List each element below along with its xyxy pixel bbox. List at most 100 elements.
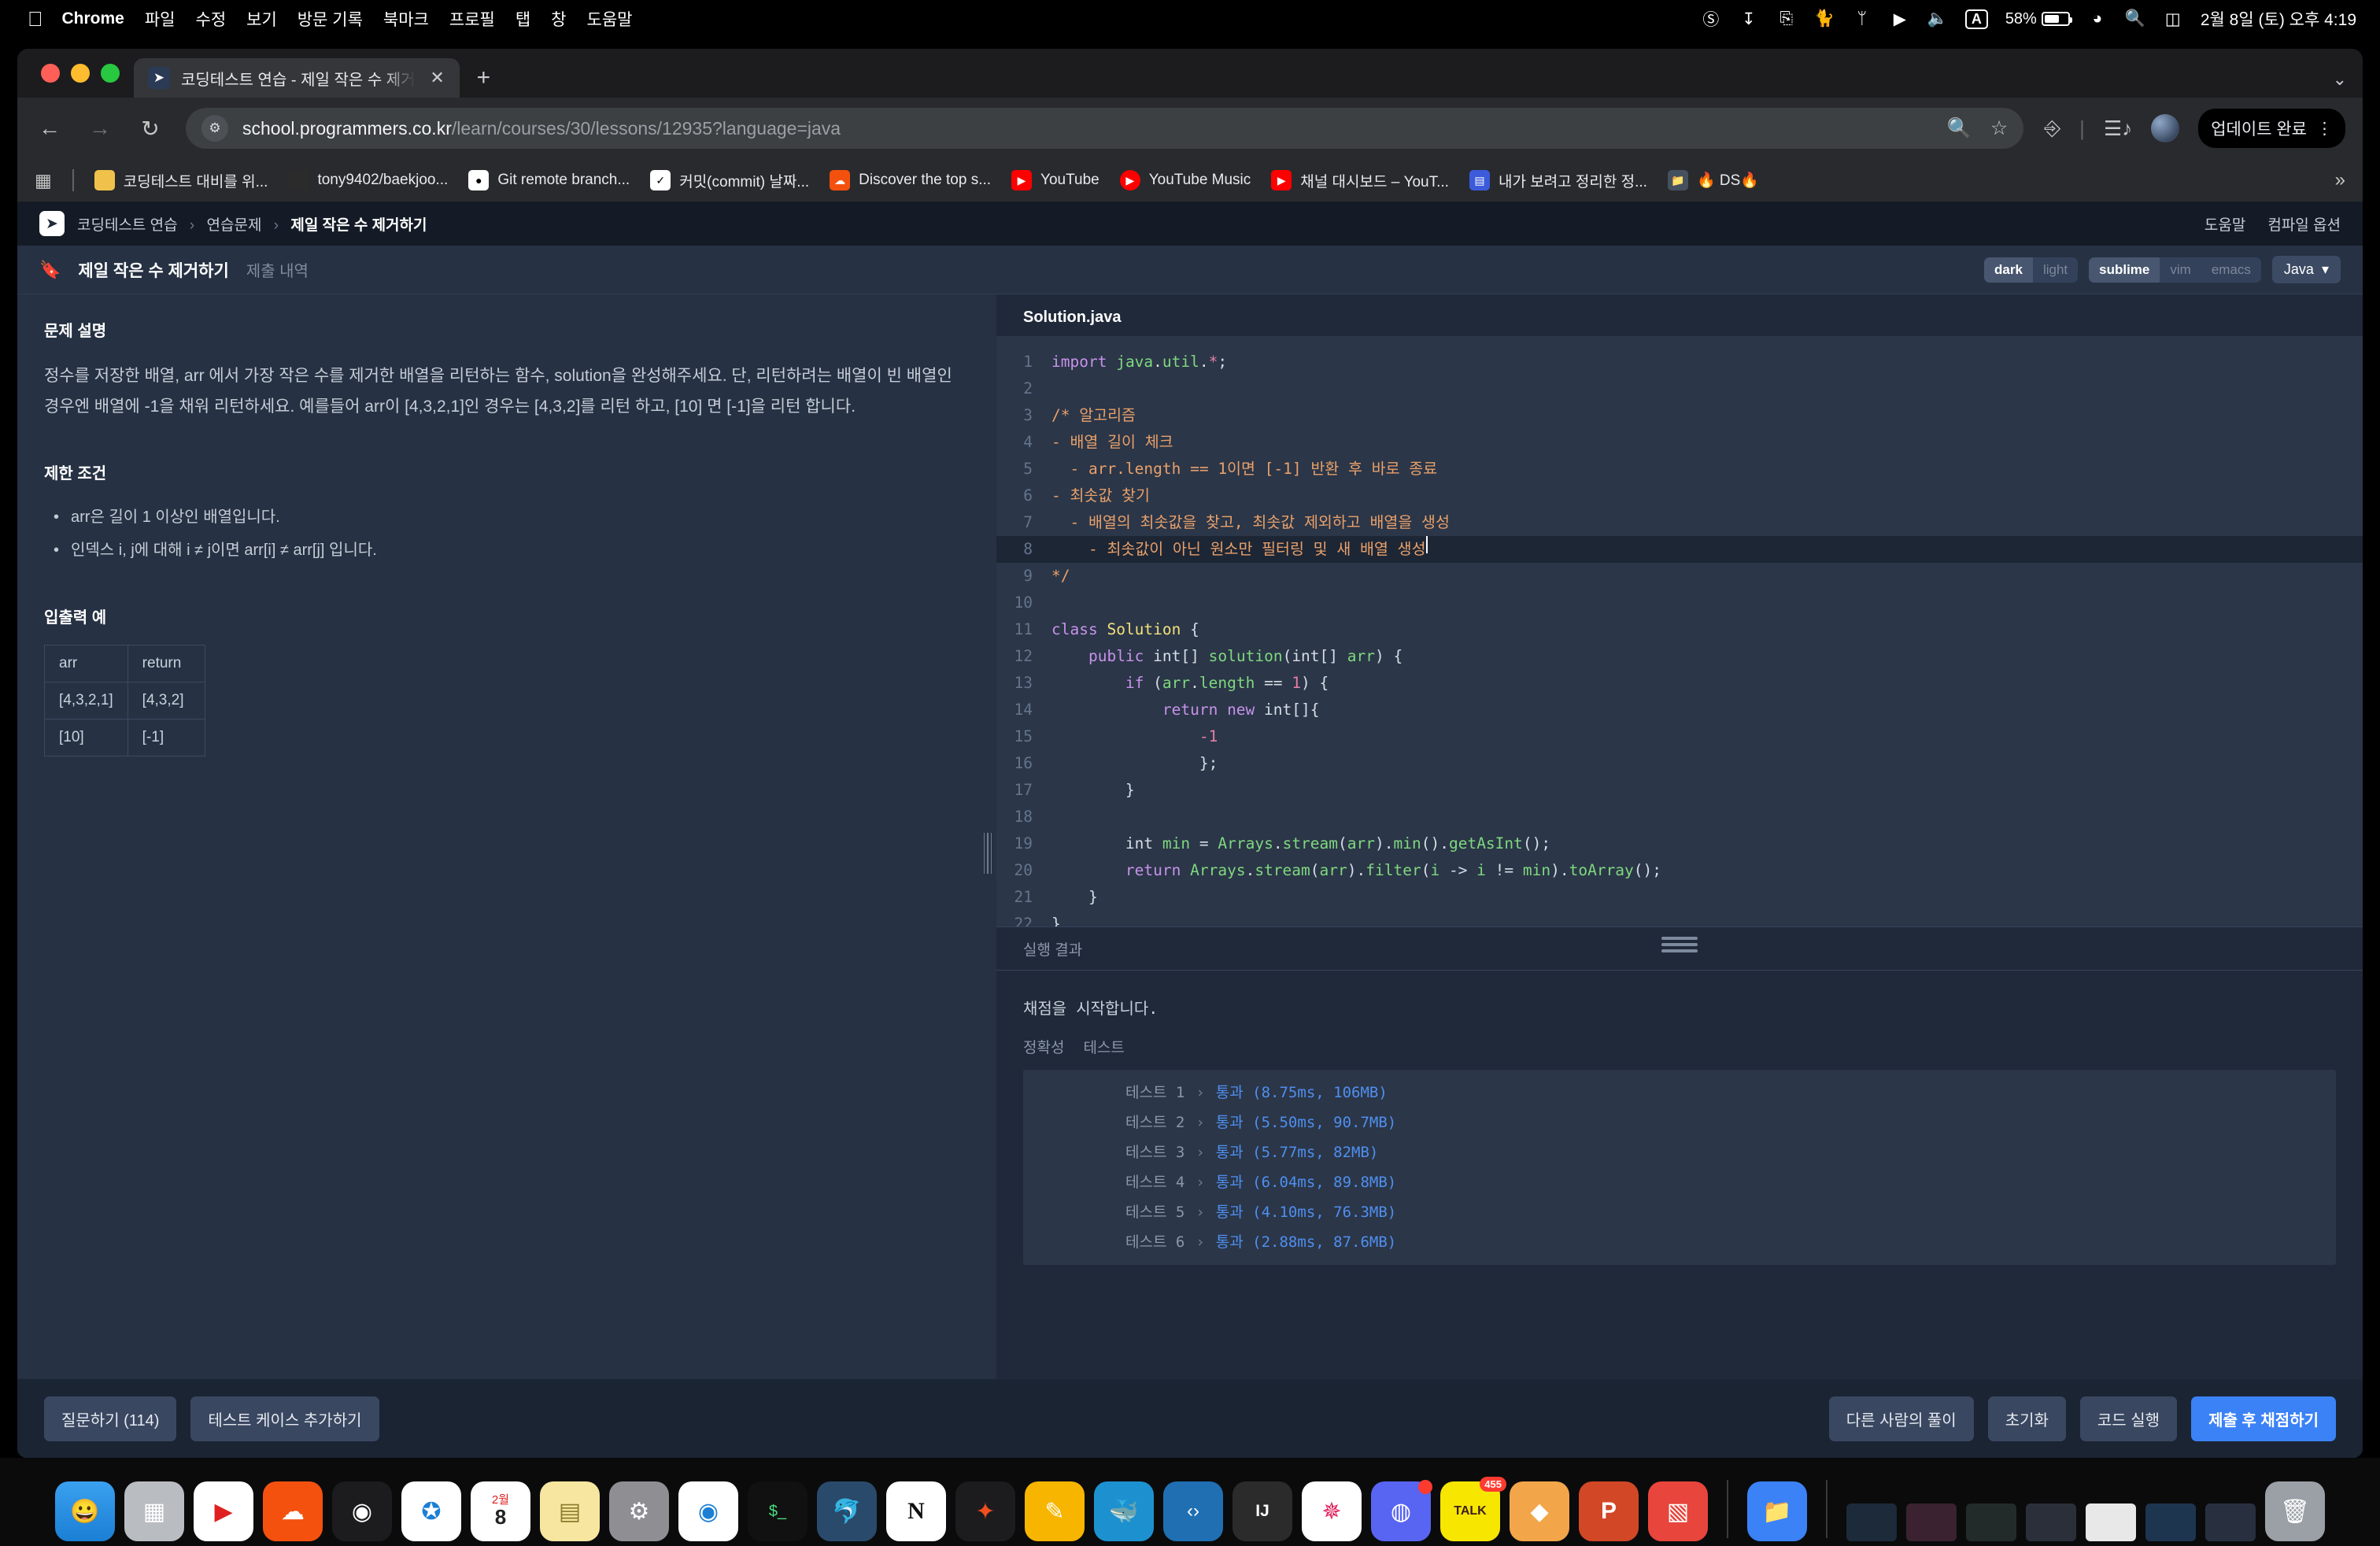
- close-tab-icon[interactable]: ✕: [427, 68, 449, 88]
- dock-item-logic[interactable]: ◉: [332, 1481, 392, 1541]
- panel-drag-handle-icon[interactable]: [1661, 937, 1698, 952]
- zoom-out-icon[interactable]: 🔍: [1947, 117, 1972, 140]
- code-line[interactable]: 4 - 배열 길이 체크: [996, 429, 2363, 456]
- bookmark-item[interactable]: ▶ YouTube: [1011, 170, 1099, 190]
- dock-item-powerpoint[interactable]: P: [1579, 1481, 1639, 1541]
- control-center-icon[interactable]: ◫: [2163, 9, 2183, 29]
- code-line-active[interactable]: 8 - 최솟값이 아닌 원소만 필터링 및 새 배열 생성: [996, 536, 2363, 563]
- bookmark-item[interactable]: ▶ 채널 대시보드 – YouT...: [1271, 170, 1449, 191]
- list-item[interactable]: 테스트 4 › 통과 (6.04ms, 89.8MB): [1023, 1167, 2336, 1197]
- forward-button[interactable]: →: [85, 116, 115, 141]
- code-line[interactable]: 20 return Arrays.stream(arr).filter(i ->…: [996, 857, 2363, 884]
- back-button[interactable]: ←: [35, 116, 65, 141]
- dock-item-sketch[interactable]: ✎: [1025, 1481, 1085, 1541]
- other-solutions-button[interactable]: 다른 사람의 풀이: [1828, 1396, 1974, 1441]
- bookmark-apps-grid-icon[interactable]: ▦: [35, 170, 52, 191]
- bookmark-item[interactable]: ✓ 커밋(commit) 날짜...: [650, 170, 809, 191]
- dock-item-soundcloud[interactable]: ☁: [263, 1481, 323, 1541]
- theme-option-dark[interactable]: dark: [1984, 257, 2033, 283]
- help-link[interactable]: 도움말: [2204, 213, 2245, 235]
- media-playlist-icon[interactable]: ☰♪: [2104, 117, 2132, 141]
- list-item[interactable]: 테스트 6 › 통과 (2.88ms, 87.6MB): [1023, 1227, 2336, 1257]
- dock-item-notion[interactable]: N: [886, 1481, 946, 1541]
- dock-window-preview[interactable]: [1906, 1503, 1957, 1541]
- code-line[interactable]: 15 -1: [996, 723, 2363, 750]
- dock-item-figma[interactable]: ✦: [955, 1481, 1015, 1541]
- tab-accuracy[interactable]: 정확성: [1023, 1036, 1064, 1057]
- update-button[interactable]: 업데이트 완료 ⋮: [2198, 109, 2345, 148]
- bookmark-item[interactable]: ▤ 내가 보려고 정리한 정...: [1469, 170, 1647, 191]
- dock-item-zeplin[interactable]: ◆: [1510, 1481, 1569, 1541]
- keymap-option-emacs[interactable]: emacs: [2201, 257, 2261, 283]
- dock-item-mysql-workbench[interactable]: 🐬: [817, 1481, 877, 1541]
- submit-and-grade-button[interactable]: 제출 후 채점하기: [2191, 1396, 2336, 1441]
- dock-item-slack[interactable]: ✵: [1302, 1481, 1362, 1541]
- code-line[interactable]: 21 }: [996, 884, 2363, 911]
- theme-segmented-control[interactable]: dark light: [1984, 257, 2079, 283]
- close-window-button[interactable]: [41, 64, 60, 83]
- spotlight-search-icon[interactable]: 🔍: [2125, 9, 2145, 29]
- tabstrip-chevron-down-icon[interactable]: ⌄: [2333, 69, 2347, 90]
- code-line[interactable]: 22}: [996, 911, 2363, 926]
- dock-item-chrome[interactable]: ◉: [678, 1481, 738, 1541]
- tab-test[interactable]: 테스트: [1083, 1036, 1124, 1057]
- code-line[interactable]: 18: [996, 804, 2363, 830]
- programmers-logo-icon[interactable]: ➤: [39, 211, 65, 236]
- code-editor[interactable]: 1 import java.util.*; 2 3 /* 알고리즘 4 - 배열 길이…: [996, 336, 2363, 926]
- code-line[interactable]: 7 - 배열의 최솟값을 찾고, 최솟값 제외하고 배열을 생성: [996, 509, 2363, 536]
- code-line[interactable]: 19 int min = Arrays.stream(arr).min().ge…: [996, 830, 2363, 857]
- compile-options-link[interactable]: 컴파일 옵션: [2267, 213, 2341, 235]
- apple-menu-icon[interactable]: : [28, 9, 43, 29]
- dock-item-keynote[interactable]: ▧: [1648, 1481, 1708, 1541]
- menu-item-help[interactable]: 도움말: [587, 7, 633, 31]
- code-line[interactable]: 10: [996, 590, 2363, 616]
- code-line[interactable]: 1 import java.util.*;: [996, 349, 2363, 375]
- wifi-icon[interactable]: ◕: [2087, 9, 2108, 29]
- menu-item-file[interactable]: 파일: [145, 7, 176, 31]
- bookmark-item[interactable]: 📁 🔥 DS🔥: [1667, 170, 1759, 190]
- omnibox[interactable]: ⚙ school.programmers.co.kr/learn/courses…: [186, 108, 2024, 149]
- ask-question-button[interactable]: 질문하기 (114): [44, 1396, 177, 1441]
- keymap-option-vim[interactable]: vim: [2160, 257, 2201, 283]
- dock-window-preview[interactable]: [2145, 1503, 2196, 1541]
- pane-resize-handle[interactable]: [979, 294, 996, 1412]
- theme-option-light[interactable]: light: [2033, 257, 2078, 283]
- dock-window-preview[interactable]: [2086, 1503, 2136, 1541]
- dock-item-kakaotalk[interactable]: TALK 455: [1440, 1477, 1506, 1541]
- dock-item-discord[interactable]: ◍: [1371, 1480, 1432, 1541]
- dock-item-launchpad[interactable]: ▦: [124, 1481, 184, 1541]
- menu-bar-clock[interactable]: 2월 8일 (토) 오후 4:19: [2201, 7, 2356, 31]
- tab-submission-history[interactable]: 제출 내역: [246, 258, 309, 281]
- code-line[interactable]: 16 };: [996, 750, 2363, 777]
- dock-window-preview[interactable]: [1846, 1503, 1897, 1541]
- add-test-case-button[interactable]: 테스트 케이스 추가하기: [190, 1396, 379, 1441]
- dock-window-preview[interactable]: [2205, 1503, 2256, 1541]
- code-line[interactable]: 9 */: [996, 563, 2363, 590]
- reset-button[interactable]: 초기화: [1987, 1396, 2066, 1441]
- code-line[interactable]: 3 /* 알고리즘: [996, 402, 2363, 429]
- dock-item-calendar[interactable]: 2월 8: [471, 1481, 530, 1541]
- battery-status[interactable]: 58%: [2005, 10, 2072, 28]
- avatar[interactable]: [2151, 114, 2180, 142]
- menu-item-history[interactable]: 방문 기록: [298, 7, 363, 31]
- bookmark-item[interactable]: ▶ YouTube Music: [1119, 170, 1251, 190]
- dock-item-docker[interactable]: 🐳: [1094, 1481, 1154, 1541]
- menu-item-profile[interactable]: 프로필: [449, 7, 495, 31]
- list-item[interactable]: 테스트 1 › 통과 (8.75ms, 106MB): [1023, 1078, 2336, 1108]
- code-line[interactable]: 14 return new int[]{: [996, 697, 2363, 723]
- code-line[interactable]: 2: [996, 375, 2363, 402]
- bookmark-item[interactable]: ● Git remote branch...: [468, 170, 630, 190]
- dock-item-terminal[interactable]: $_: [748, 1481, 808, 1541]
- extensions-icon[interactable]: ⎆: [2044, 116, 2060, 141]
- dock-item-intellij[interactable]: IJ: [1232, 1481, 1292, 1541]
- code-line[interactable]: 11 class Solution {: [996, 616, 2363, 643]
- menu-item-view[interactable]: 보기: [246, 7, 277, 31]
- code-line[interactable]: 12 public int[] solution(int[] arr) {: [996, 643, 2363, 670]
- downloads-icon[interactable]: ↧: [1739, 9, 1759, 29]
- dock-window-preview[interactable]: [1966, 1503, 2016, 1541]
- minimize-window-button[interactable]: [71, 64, 90, 83]
- list-item[interactable]: 테스트 3 › 통과 (5.77ms, 82MB): [1023, 1137, 2336, 1167]
- browser-tab[interactable]: ➤ 코딩테스트 연습 - 제일 작은 수 제거 ✕: [134, 58, 460, 98]
- volume-icon[interactable]: 🔈: [1927, 9, 1948, 29]
- code-line[interactable]: 6 - 최솟값 찾기: [996, 483, 2363, 509]
